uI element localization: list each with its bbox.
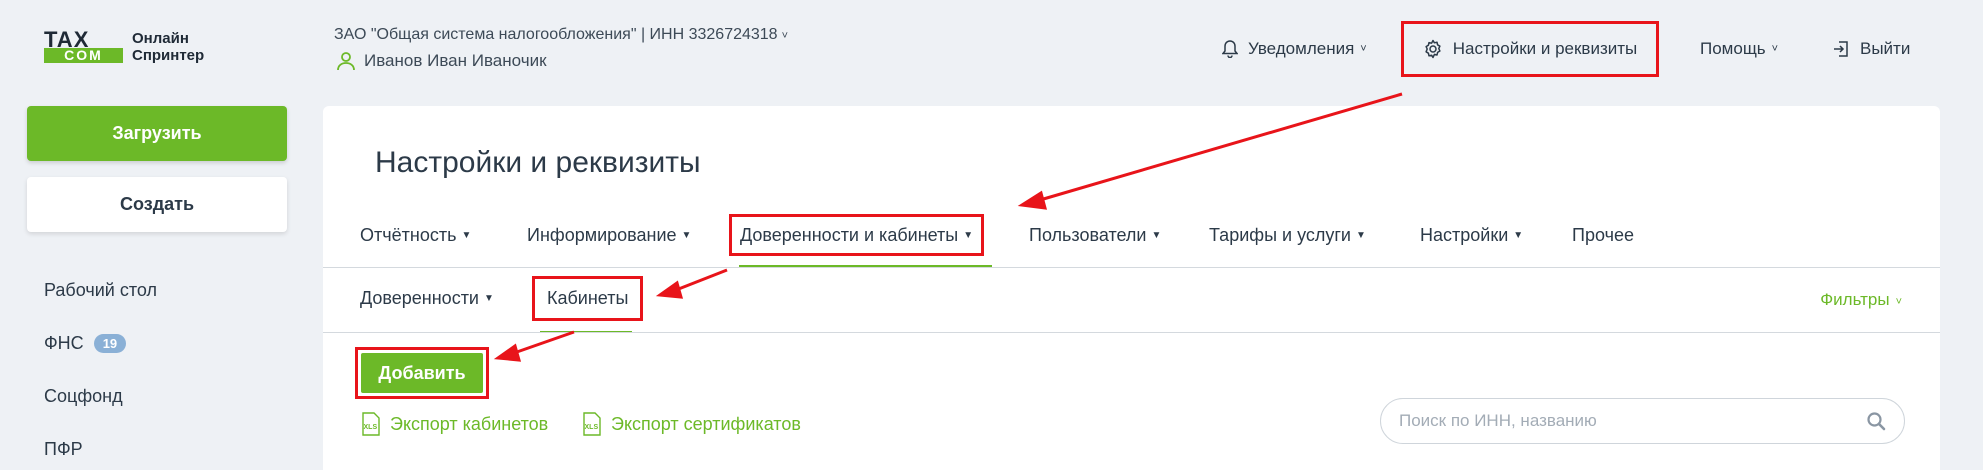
filters-label: Фильтры bbox=[1820, 290, 1890, 309]
export-label: Экспорт сертификатов bbox=[611, 413, 801, 434]
main-panel: Настройки и реквизиты Отчётность ▼ Информ… bbox=[323, 106, 1940, 470]
caret-down-icon: ▼ bbox=[461, 229, 472, 241]
upload-button[interactable]: Загрузить bbox=[27, 106, 287, 161]
count-badge: 19 bbox=[93, 334, 127, 353]
logo-mark-bottom: COM bbox=[44, 48, 123, 63]
export-label: Экспорт кабинетов bbox=[390, 413, 549, 434]
search-icon[interactable] bbox=[1866, 411, 1886, 431]
tab-label: Информирование bbox=[527, 224, 677, 245]
xls-icon: XLS bbox=[362, 412, 380, 436]
tab-other[interactable]: Прочее bbox=[1572, 210, 1634, 260]
sidebar-item-label: Соцфонд bbox=[44, 386, 123, 406]
caret-down-icon: ▼ bbox=[484, 293, 494, 304]
add-button-highlight: Добавить bbox=[355, 347, 489, 399]
subtab-label: Доверенности bbox=[360, 288, 479, 308]
logout-button[interactable]: Выйти bbox=[1832, 0, 1910, 98]
add-button[interactable]: Добавить bbox=[361, 353, 483, 393]
help-label: Помощь bbox=[1700, 39, 1766, 58]
filters-toggle[interactable]: Фильтры ˅ bbox=[1820, 290, 1902, 310]
notifications-menu[interactable]: Уведомления ˅ bbox=[1222, 0, 1367, 98]
caret-down-icon: ▼ bbox=[1356, 229, 1366, 241]
svg-text:XLS: XLS bbox=[585, 424, 599, 431]
organization-selector[interactable]: ЗАО "Общая система налогообложения" | ИН… bbox=[334, 26, 788, 44]
sidebar-item-dashboard[interactable]: Рабочий стол bbox=[44, 280, 157, 301]
chevron-down-icon: ˅ bbox=[1895, 296, 1902, 308]
create-button[interactable]: Создать bbox=[27, 177, 287, 232]
tab-label: Настройки bbox=[1420, 224, 1509, 245]
settings-label: Настройки и реквизиты bbox=[1452, 39, 1638, 58]
subtab-cabinets[interactable]: Кабинеты bbox=[532, 276, 644, 321]
page-title: Настройки и реквизиты bbox=[375, 146, 701, 179]
sidebar-item-fns[interactable]: ФНС 19 bbox=[44, 333, 127, 354]
user-name: Иванов Иван Иваночик bbox=[364, 51, 547, 70]
subtabs-divider bbox=[323, 332, 1940, 333]
logout-icon bbox=[1834, 41, 1848, 57]
current-user: Иванов Иван Иваночик bbox=[336, 51, 547, 71]
gear-icon bbox=[1425, 39, 1441, 59]
organization-name: ЗАО "Общая система налогообложения" | ИН… bbox=[334, 26, 778, 43]
logo-mark: TAX COM bbox=[44, 29, 124, 63]
tab-label: Отчётность bbox=[360, 224, 457, 245]
tab-label: Пользователи bbox=[1029, 224, 1147, 245]
caret-down-icon: ▼ bbox=[1513, 229, 1524, 241]
subtab-label: Кабинеты bbox=[547, 288, 629, 308]
export-certificates-link[interactable]: XLS Экспорт сертификатов bbox=[581, 412, 801, 436]
tab-tariffs[interactable]: Тарифы и услуги ▼ bbox=[1209, 210, 1366, 260]
caret-down-icon: ▼ bbox=[1151, 229, 1162, 241]
tab-label: Тарифы и услуги bbox=[1209, 224, 1351, 245]
svg-text:XLS: XLS bbox=[364, 424, 378, 431]
search-input[interactable] bbox=[1399, 411, 1866, 431]
tab-reporting[interactable]: Отчётность ▼ bbox=[360, 210, 471, 260]
help-menu[interactable]: Помощь ˅ bbox=[1700, 0, 1778, 98]
logo-text: Онлайн Спринтер bbox=[132, 30, 204, 64]
subtab-powers-of-attorney[interactable]: Доверенности ▼ bbox=[360, 276, 494, 321]
tab-label: Прочее bbox=[1572, 224, 1634, 245]
tab-users[interactable]: Пользователи ▼ bbox=[1029, 210, 1161, 260]
caret-down-icon: ▼ bbox=[681, 229, 692, 241]
search-box bbox=[1380, 398, 1905, 444]
tab-settings[interactable]: Настройки ▼ bbox=[1420, 210, 1523, 260]
tab-powers-and-cabinets[interactable]: Доверенности и кабинеты ▼ bbox=[729, 214, 985, 256]
tabs-divider bbox=[323, 267, 1940, 268]
tab-label: Доверенности и кабинеты bbox=[740, 224, 959, 245]
xls-icon: XLS bbox=[583, 412, 601, 436]
caret-down-icon: ▼ bbox=[963, 229, 974, 241]
chevron-down-icon: ˅ bbox=[1771, 43, 1779, 55]
taxcom-logo[interactable]: TAX COM Онлайн Спринтер bbox=[44, 29, 204, 64]
sidebar-item-label: ФНС bbox=[44, 333, 84, 353]
export-cabinets-link[interactable]: XLS Экспорт кабинетов bbox=[360, 412, 548, 436]
notifications-label: Уведомления bbox=[1248, 39, 1355, 58]
settings-and-requisites-link[interactable]: Настройки и реквизиты bbox=[1401, 21, 1659, 77]
logo-line-2: Спринтер bbox=[132, 47, 205, 64]
chevron-down-icon: ˅ bbox=[781, 30, 789, 42]
user-icon bbox=[337, 52, 355, 71]
sidebar-item-pfr[interactable]: ПФР bbox=[44, 439, 83, 460]
logout-label: Выйти bbox=[1860, 39, 1911, 58]
sidebar-item-label: ПФР bbox=[44, 439, 83, 459]
sidebar-item-label: Рабочий стол bbox=[44, 280, 157, 300]
sidebar-item-socfund[interactable]: Соцфонд bbox=[44, 386, 123, 407]
chevron-down-icon: ˅ bbox=[1360, 43, 1367, 55]
tab-informing[interactable]: Информирование ▼ bbox=[527, 210, 691, 260]
bell-icon bbox=[1222, 40, 1238, 58]
logo-line-1: Онлайн bbox=[132, 30, 189, 47]
